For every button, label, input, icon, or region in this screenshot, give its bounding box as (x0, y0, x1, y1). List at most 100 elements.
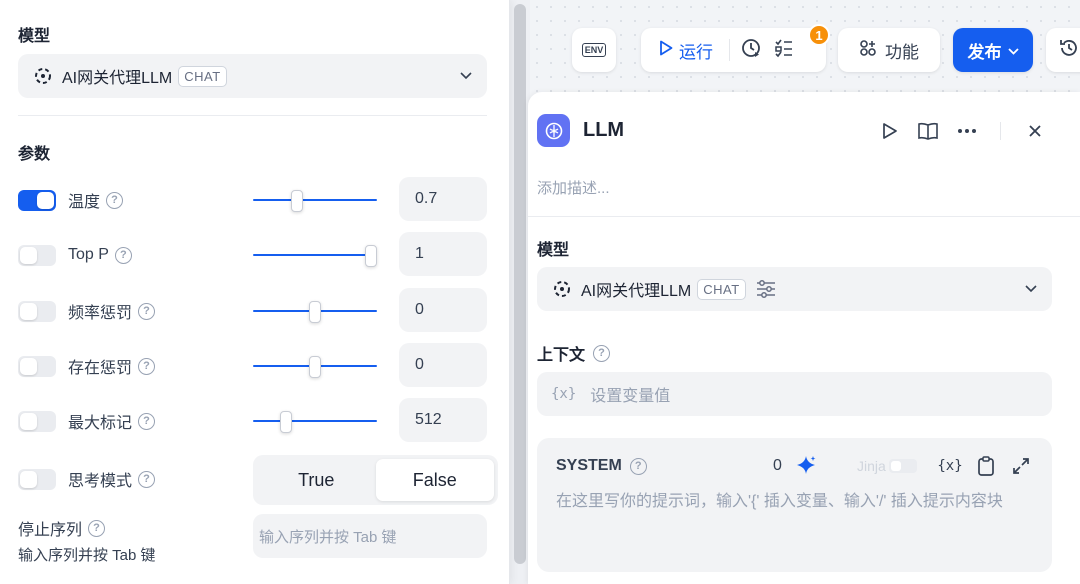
max-tokens-input[interactable]: 512 (399, 398, 487, 442)
context-placeholder: 设置变量值 (590, 388, 671, 405)
divider (1000, 122, 1001, 140)
param-label: 温度 (68, 194, 101, 211)
model-provider-icon (32, 65, 54, 87)
checklist-count-badge: 1 (808, 24, 830, 46)
param-label: 存在惩罚 (68, 360, 133, 377)
option-false[interactable]: False (375, 459, 494, 501)
publish-button[interactable]: 发布 (953, 28, 1033, 72)
thinking-mode-segmented-control: True False (253, 455, 498, 505)
context-title-row: 上下文 ? (537, 341, 611, 365)
help-icon[interactable]: ? (114, 246, 132, 264)
features-icon (859, 39, 877, 62)
run-toolbar-group: 运行 (641, 28, 826, 72)
slider-thumb[interactable] (365, 245, 377, 267)
chevron-down-icon (459, 69, 473, 83)
more-icon[interactable] (956, 120, 978, 142)
model-settings-panel: 模型 AI网关代理LLM CHAT 参数 温度? 0.7 Top P? 1 频率… (0, 0, 510, 584)
jinja-switch[interactable] (888, 459, 917, 473)
node-model-selector[interactable]: AI网关代理LLM CHAT (537, 267, 1052, 311)
system-prompt-title: SYSTEM (556, 457, 622, 474)
context-title: 上下文 (537, 347, 586, 364)
divider (528, 216, 1080, 217)
context-variable-selector[interactable]: {x} 设置变量值 (537, 372, 1052, 416)
model-mode-badge: CHAT (697, 278, 746, 300)
param-label: Top P (68, 246, 109, 263)
top-p-slider[interactable] (253, 245, 377, 267)
slider-thumb[interactable] (309, 356, 321, 378)
scrollbar[interactable] (514, 4, 526, 564)
run-history-icon[interactable] (740, 37, 762, 64)
play-icon (659, 40, 673, 61)
presence-penalty-slider[interactable] (253, 356, 377, 378)
slider-thumb[interactable] (291, 190, 303, 212)
help-icon[interactable]: ? (138, 412, 156, 430)
description-input[interactable]: 添加描述... (537, 177, 610, 198)
expand-icon[interactable] (1010, 455, 1032, 477)
close-icon[interactable] (1024, 120, 1046, 142)
clipboard-icon[interactable] (975, 455, 997, 477)
presence-penalty-toggle[interactable] (18, 355, 56, 377)
sparkle-generate-icon[interactable] (795, 454, 817, 481)
param-row-max-tokens: 最大标记? 512 (18, 398, 488, 444)
model-selector[interactable]: AI网关代理LLM CHAT (18, 54, 487, 98)
node-title[interactable]: LLM (583, 119, 624, 142)
param-row-top-p: Top P? 1 (18, 232, 488, 278)
model-name: AI网关代理LLM (62, 70, 173, 87)
jinja-toggle[interactable]: Jinja (857, 458, 917, 474)
param-row-frequency-penalty: 频率惩罚? 0 (18, 288, 488, 334)
top-p-input[interactable]: 1 (399, 232, 487, 276)
help-icon[interactable]: ? (88, 519, 106, 537)
help-icon[interactable]: ? (106, 191, 124, 209)
history-icon (1058, 37, 1080, 64)
model-params-settings-icon[interactable] (756, 280, 776, 298)
max-tokens-toggle[interactable] (18, 410, 56, 432)
param-row-presence-penalty: 存在惩罚? 0 (18, 343, 488, 389)
temperature-slider[interactable] (253, 190, 377, 212)
feature-label: 功能 (885, 42, 919, 62)
model-name: AI网关代理LLM (581, 283, 692, 300)
publish-label: 发布 (967, 42, 1002, 62)
version-history-button[interactable] (1046, 28, 1080, 72)
slider-thumb[interactable] (280, 411, 292, 433)
help-icon[interactable]: ? (138, 302, 156, 320)
env-button[interactable]: ENV (572, 28, 616, 72)
chevron-down-icon (1024, 282, 1038, 296)
slider-thumb[interactable] (309, 301, 321, 323)
env-icon: ENV (581, 43, 607, 57)
stop-sequence-input[interactable]: 输入序列并按 Tab 键 (253, 514, 487, 558)
feature-button[interactable]: 功能 (838, 28, 940, 72)
frequency-penalty-toggle[interactable] (18, 300, 56, 322)
chevron-down-icon (1007, 40, 1019, 60)
stop-sequence-hint: 输入序列并按 Tab 键 (18, 547, 156, 564)
thinking-mode-toggle[interactable] (18, 468, 56, 490)
run-button[interactable]: 运行 (679, 38, 713, 63)
jinja-label: Jinja (857, 458, 886, 474)
system-prompt-editor: SYSTEM ? 0 Jinja {x} 在这里写你的提示词，输入'{' 插入变… (537, 438, 1052, 572)
checklist-icon[interactable] (774, 38, 794, 63)
temperature-toggle[interactable] (18, 189, 56, 211)
param-label: 思考模式 (68, 473, 133, 490)
param-row-temperature: 温度? 0.7 (18, 177, 488, 223)
param-label: 最大标记 (68, 415, 133, 432)
param-row-thinking-mode: 思考模式? True False (18, 455, 498, 505)
model-provider-icon (551, 278, 573, 300)
run-node-icon[interactable] (879, 120, 901, 142)
insert-variable-icon[interactable]: {x} (937, 455, 962, 477)
system-prompt-input[interactable]: 在这里写你的提示词，输入'{' 插入变量、输入'/' 插入提示内容块 (556, 487, 1036, 511)
top-p-toggle[interactable] (18, 244, 56, 266)
max-tokens-slider[interactable] (253, 411, 377, 433)
frequency-penalty-input[interactable]: 0 (399, 288, 487, 332)
variable-icon: {x} (551, 386, 577, 402)
docs-book-icon[interactable] (917, 120, 939, 142)
presence-penalty-input[interactable]: 0 (399, 343, 487, 387)
help-icon[interactable]: ? (629, 457, 647, 475)
params-section-title: 参数 (18, 146, 51, 163)
divider (729, 39, 730, 61)
frequency-penalty-slider[interactable] (253, 301, 377, 323)
model-mode-badge: CHAT (178, 65, 227, 87)
temperature-input[interactable]: 0.7 (399, 177, 487, 221)
help-icon[interactable]: ? (138, 470, 156, 488)
help-icon[interactable]: ? (138, 357, 156, 375)
help-icon[interactable]: ? (593, 344, 611, 362)
option-true[interactable]: True (257, 459, 376, 501)
